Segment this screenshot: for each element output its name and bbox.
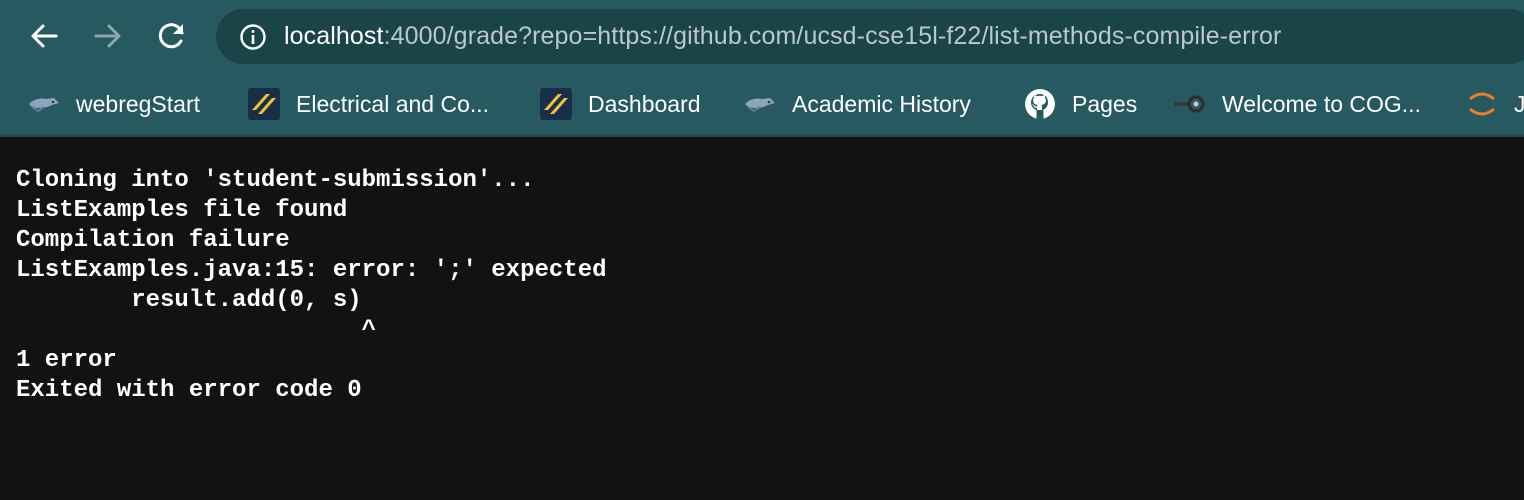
browser-chrome: localhost:4000/grade?repo=https://github… — [0, 0, 1524, 137]
bookmark-dashboard[interactable]: Dashboard — [540, 78, 701, 130]
forward-button[interactable] — [84, 12, 132, 60]
bookmark-label: webregStart — [76, 90, 201, 117]
bookmark-cogs[interactable]: Welcome to COG... — [1174, 78, 1421, 130]
grader-output: Cloning into 'student-submission'... Lis… — [16, 166, 607, 406]
bookmark-label: Academic History — [792, 90, 971, 117]
forward-icon — [94, 24, 121, 48]
reload-icon — [158, 23, 184, 49]
bookmark-electrical[interactable]: Electrical and Co... — [248, 78, 489, 130]
url-path: :4000/grade?repo=https://github.com/ucsd… — [383, 22, 1282, 50]
back-button[interactable] — [20, 12, 68, 60]
github-icon — [1024, 88, 1056, 120]
output-line: ListExamples file found — [16, 197, 348, 224]
stripes-logo-icon — [540, 88, 572, 120]
bookmark-label: Pages — [1072, 90, 1138, 117]
stripes-logo-icon — [248, 88, 280, 120]
output-line: 1 error — [16, 347, 117, 374]
output-line: Exited with error code 0 — [16, 377, 362, 404]
output-line: ListExamples.java:15: error: ';' expecte… — [16, 257, 607, 284]
bookmarks-bar: webregStart Electrical and Co... Dashboa… — [0, 78, 1524, 130]
info-icon[interactable] — [239, 23, 267, 51]
output-line: Cloning into 'student-submission'... — [16, 167, 535, 194]
url-host: localhost — [284, 22, 384, 50]
bookmark-webregstart[interactable]: webregStart — [28, 78, 200, 130]
bookmark-pages[interactable]: Pages — [1024, 78, 1137, 130]
address-bar[interactable]: localhost:4000/grade?repo=https://github… — [216, 9, 1524, 64]
jupyter-icon — [1466, 88, 1498, 120]
browser-toolbar: localhost:4000/grade?repo=https://github… — [0, 0, 1524, 74]
bookmark-label: Electrical and Co... — [296, 90, 490, 117]
bookmark-jupyter[interactable]: J — [1466, 78, 1524, 130]
output-line: ^ — [16, 317, 377, 344]
output-line: Compilation failure — [16, 227, 290, 254]
bookmark-label: Welcome to COG... — [1222, 90, 1421, 117]
bookmark-academic-history[interactable]: Academic History — [744, 78, 971, 130]
chrome-divider — [0, 134, 1524, 137]
back-icon — [31, 24, 58, 48]
triton-icon — [744, 88, 776, 120]
url-text[interactable]: localhost:4000/grade?repo=https://github… — [284, 21, 1281, 51]
output-line: result.add(0, s) — [16, 287, 362, 314]
bookmark-label: J — [1514, 90, 1524, 117]
triton-icon — [28, 88, 60, 120]
bookmark-label: Dashboard — [588, 90, 701, 117]
reload-button[interactable] — [148, 12, 196, 60]
cogs-icon — [1174, 88, 1206, 120]
